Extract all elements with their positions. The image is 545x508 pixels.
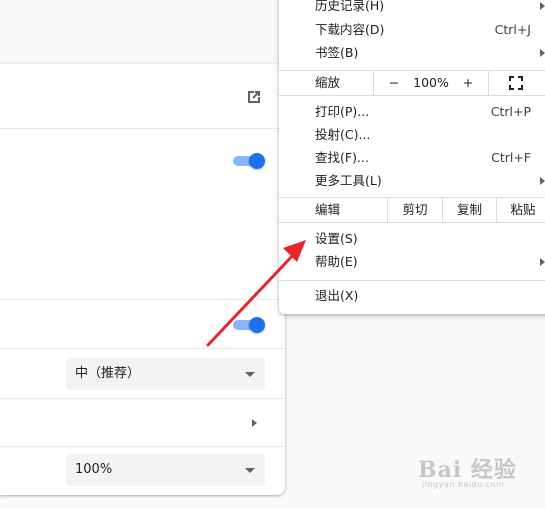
watermark-url: jingyan.baidu.com bbox=[422, 480, 505, 489]
baidu-watermark: Bai 经验 jingyan.baidu.com bbox=[418, 448, 528, 498]
red-annotation-arrow-icon bbox=[206, 240, 306, 347]
